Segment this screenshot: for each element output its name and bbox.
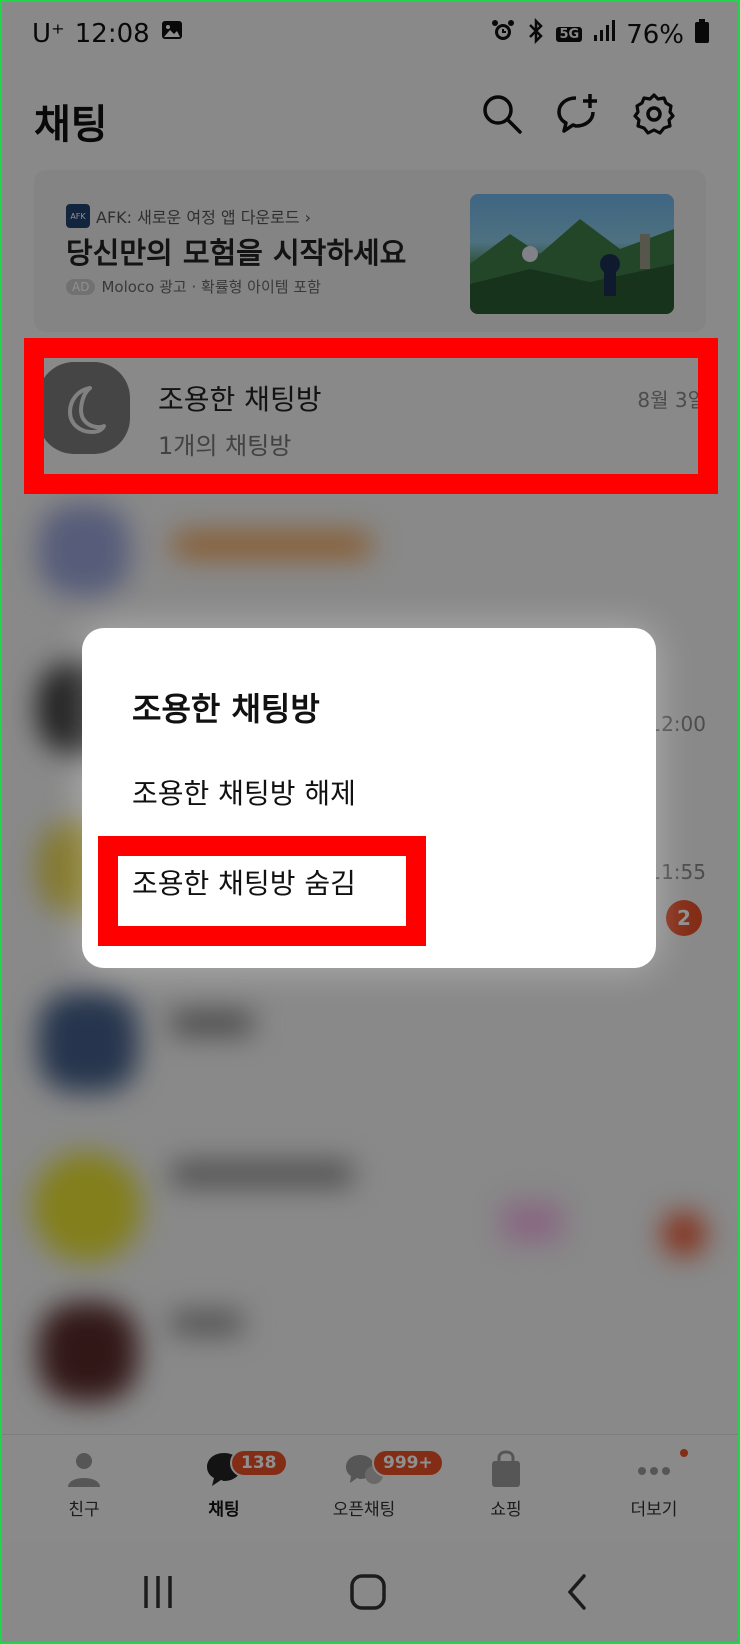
kakao-chat-screen: U⁺ 12:08 5G 76% 채팅 AFK AFK: 새로운 여정 앱 다운로… (2, 2, 738, 1642)
highlight-box-hide-option (98, 836, 426, 946)
highlight-box-quiet-row (24, 338, 718, 494)
unset-quiet-chatroom-option[interactable]: 조용한 채팅방 해제 (132, 772, 356, 812)
dialog-title: 조용한 채팅방 (132, 690, 320, 728)
